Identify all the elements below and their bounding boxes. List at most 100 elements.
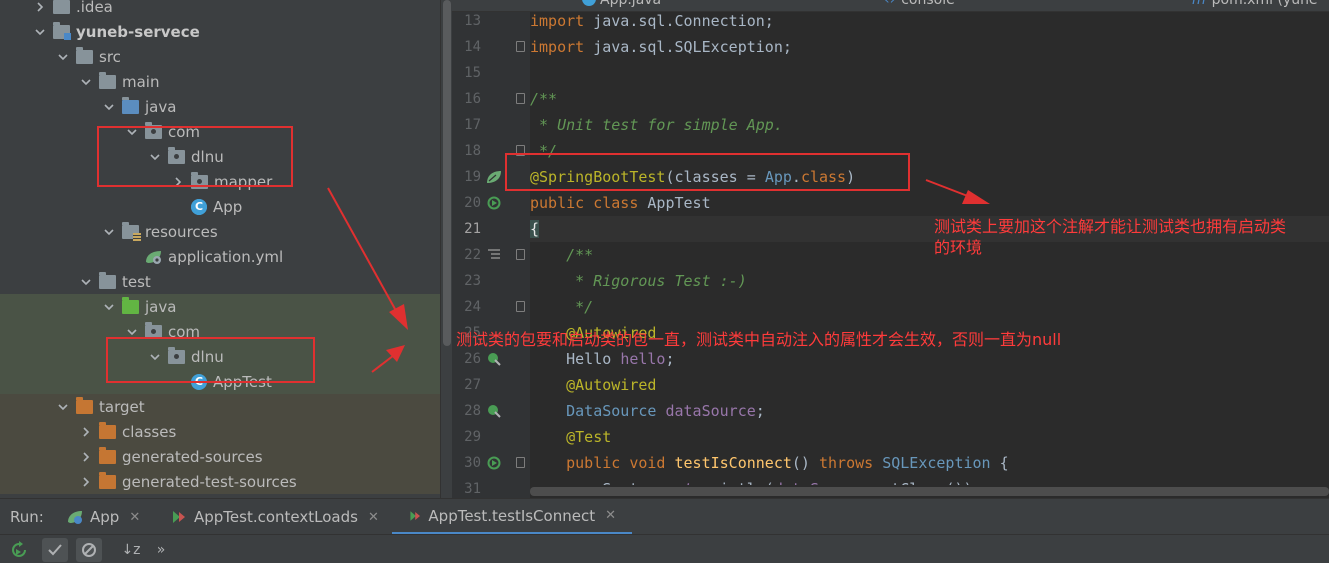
chevron-down-icon[interactable] xyxy=(33,19,47,44)
chevron-down-icon[interactable] xyxy=(102,94,116,119)
code-line[interactable]: public void testIsConnect() throws SQLEx… xyxy=(530,450,1329,476)
chevron-down-icon[interactable] xyxy=(79,69,93,94)
fold-marker-icon[interactable] xyxy=(516,457,525,468)
chevron-right-icon[interactable] xyxy=(79,419,93,444)
run-tab-contextloads[interactable]: AppTest.contextLoads ✕ xyxy=(170,499,379,535)
show-passed-icon[interactable] xyxy=(42,538,68,562)
chevron-right-icon[interactable] xyxy=(33,0,47,19)
tree-node-label: application.yml xyxy=(168,247,284,266)
code-line[interactable]: public class AppTest xyxy=(530,190,1329,216)
tree-node[interactable]: test xyxy=(0,269,440,294)
run-tab-app[interactable]: App ✕ xyxy=(66,499,140,535)
tree-node[interactable]: java xyxy=(0,94,440,119)
fold-marker-icon[interactable] xyxy=(516,301,525,312)
tree-node[interactable]: main xyxy=(0,69,440,94)
spring-run-icon xyxy=(68,511,82,524)
chevron-right-icon[interactable] xyxy=(79,444,93,469)
chevron-down-icon[interactable] xyxy=(102,219,116,244)
code-line[interactable]: import java.sql.SQLException; xyxy=(530,34,1329,60)
tree-node[interactable]: application.yml xyxy=(0,244,440,269)
spring-leaf-icon[interactable] xyxy=(486,169,502,185)
tree-node-label: main xyxy=(122,72,160,91)
line-number: 28 xyxy=(464,403,481,419)
tree-node-label: java xyxy=(145,297,177,316)
show-ignored-icon[interactable] xyxy=(76,538,102,562)
scrollbar-thumb[interactable] xyxy=(530,487,1329,496)
line-number: 29 xyxy=(464,429,481,445)
folder-icon xyxy=(99,271,116,289)
bean-navigate-icon[interactable] xyxy=(486,403,502,419)
chevron-right-icon[interactable] xyxy=(79,469,93,494)
folder-excluded-icon xyxy=(99,446,116,464)
tab-pom-xml[interactable]: m pom.xml (yune xyxy=(1192,0,1318,11)
line-number: 24 xyxy=(464,299,481,315)
fold-marker-icon[interactable] xyxy=(516,41,525,52)
bean-navigate-icon[interactable] xyxy=(486,351,502,367)
code-line[interactable] xyxy=(530,60,1329,86)
test-icon xyxy=(410,510,421,521)
sort-alphabetically-icon[interactable]: ↓z xyxy=(118,538,144,562)
code-line[interactable]: */ xyxy=(530,294,1329,320)
project-tree[interactable]: .idea yuneb-servece src main java com dlnu mapp… xyxy=(0,0,440,498)
code-line[interactable]: DataSource dataSource; xyxy=(530,398,1329,424)
scrollbar-thumb[interactable] xyxy=(443,0,451,346)
tree-node[interactable]: java xyxy=(0,294,440,319)
line-number: 27 xyxy=(464,377,481,393)
console-icon: ‹› xyxy=(884,0,896,8)
chevron-down-icon[interactable] xyxy=(56,44,70,69)
run-label: Run: xyxy=(10,508,44,526)
run-tab-testisconnect[interactable]: AppTest.testIsConnect ✕ xyxy=(392,499,632,535)
annotation-box-springboottest xyxy=(505,153,910,191)
fold-marker-icon[interactable] xyxy=(516,249,525,260)
folder-excluded-icon xyxy=(99,421,116,439)
test-icon xyxy=(173,511,185,523)
folder-icon xyxy=(99,71,116,89)
tree-node[interactable]: src xyxy=(0,44,440,69)
close-icon[interactable]: ✕ xyxy=(605,508,616,523)
line-number: 16 xyxy=(464,91,481,107)
annotation-box-main-package xyxy=(97,126,293,187)
tree-node[interactable]: C App xyxy=(0,194,440,219)
code-line[interactable]: import java.sql.Connection; xyxy=(530,12,1329,34)
folder-excluded-icon xyxy=(99,471,116,489)
more-actions-icon[interactable]: » xyxy=(148,538,174,562)
list-icon[interactable] xyxy=(486,247,502,263)
run-test-icon[interactable] xyxy=(486,195,502,211)
code-line[interactable]: @Test xyxy=(530,424,1329,450)
run-tool-window-header: Run: App ✕ AppTest.contextLoads ✕ AppTest.… xyxy=(0,498,1329,535)
code-line[interactable]: /** xyxy=(530,86,1329,112)
folder-test-icon xyxy=(122,296,139,314)
tree-node[interactable]: resources xyxy=(0,219,440,244)
tree-node-label: resources xyxy=(145,222,218,241)
rerun-icon[interactable] xyxy=(6,538,32,562)
code-line[interactable]: * Rigorous Test :-) xyxy=(530,268,1329,294)
line-number: 17 xyxy=(464,117,481,133)
chevron-down-icon[interactable] xyxy=(79,269,93,294)
tree-node[interactable]: target xyxy=(0,394,440,419)
annotation-box-test-package xyxy=(106,337,315,383)
chevron-down-icon[interactable] xyxy=(56,394,70,419)
line-number: 23 xyxy=(464,273,481,289)
tree-node[interactable]: generated-test-sources xyxy=(0,469,440,494)
close-icon[interactable]: ✕ xyxy=(129,510,140,525)
tree-node-label: src xyxy=(99,47,121,66)
editor-horizontal-scrollbar[interactable] xyxy=(530,485,1329,498)
line-number: 18 xyxy=(464,143,481,159)
tree-node[interactable]: classes xyxy=(0,419,440,444)
line-number: 19 xyxy=(464,169,481,185)
line-number: 30 xyxy=(464,455,481,471)
fold-marker-icon[interactable] xyxy=(516,93,525,104)
close-icon[interactable]: ✕ xyxy=(368,510,379,525)
line-number: 14 xyxy=(464,39,481,55)
project-tree-scrollbar[interactable] xyxy=(440,0,452,498)
line-number: 13 xyxy=(464,13,481,29)
tree-node[interactable]: .idea xyxy=(0,0,440,19)
chevron-down-icon[interactable] xyxy=(102,294,116,319)
code-line[interactable]: * Unit test for simple App. xyxy=(530,112,1329,138)
run-test-icon[interactable] xyxy=(486,455,502,471)
tree-node[interactable]: yuneb-servece xyxy=(0,19,440,44)
editor-gutter[interactable]: 13 14 15 16 17 18 19 20 21 22 23 24 25 26 27 28 29 30 31 xyxy=(452,12,530,498)
code-line[interactable]: @Autowired xyxy=(530,372,1329,398)
tree-node[interactable]: generated-sources xyxy=(0,444,440,469)
annotation-note-springboottest: 测试类上要加这个注解才能让测试类也拥有启动类 的环境 xyxy=(934,217,1287,257)
